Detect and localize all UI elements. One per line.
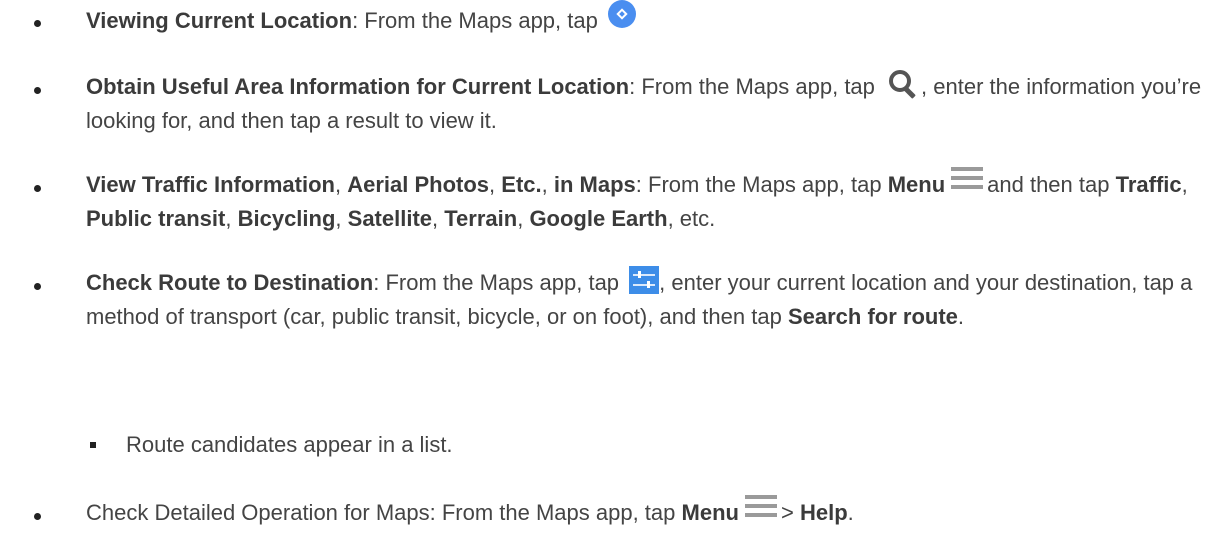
item-text: From the Maps app, tap: [641, 74, 875, 99]
menu-label: Menu: [681, 500, 739, 525]
sub-list-item: Route candidates appear in a list.: [126, 432, 453, 457]
list-item-current-location: Viewing Current Location: From the Maps …: [86, 0, 1206, 38]
search-icon: [887, 68, 919, 100]
bullet: [34, 513, 41, 520]
item-text: From the Maps app, tap: [385, 270, 620, 295]
item-text: From the Maps app, tap: [648, 172, 882, 197]
route-settings-icon: [629, 266, 660, 295]
menu-icon: [744, 491, 777, 521]
item-title: Check Route to Destination: [86, 270, 374, 295]
menu-icon: [951, 163, 984, 193]
item-text: and then tap: [987, 172, 1110, 197]
bullet: [34, 87, 41, 94]
search-for-route-label: Search for route: [787, 304, 958, 329]
square-bullet: [90, 442, 96, 448]
item-title: Viewing Current Location: [86, 8, 353, 33]
bullet: [34, 185, 41, 192]
item-title: Obtain Useful Area Information for Curre…: [86, 74, 630, 99]
list-item-detailed-operation: Check Detailed Operation for Maps: From …: [86, 495, 1206, 530]
list-item-traffic-information: View Traffic Information, Aerial Photos,…: [86, 167, 1206, 236]
help-label: Help: [799, 500, 848, 525]
list-item-check-route: Check Route to Destination: From the Map…: [86, 266, 1206, 334]
bullet: [34, 283, 41, 290]
menu-label: Menu: [887, 172, 946, 197]
item-text: Check Detailed Operation for Maps: From …: [86, 500, 676, 525]
bullet: [34, 20, 41, 27]
directions-icon: [607, 0, 636, 29]
item-text: From the Maps app, tap: [364, 8, 598, 33]
list-item-area-information: Obtain Useful Area Information for Curre…: [86, 70, 1206, 138]
